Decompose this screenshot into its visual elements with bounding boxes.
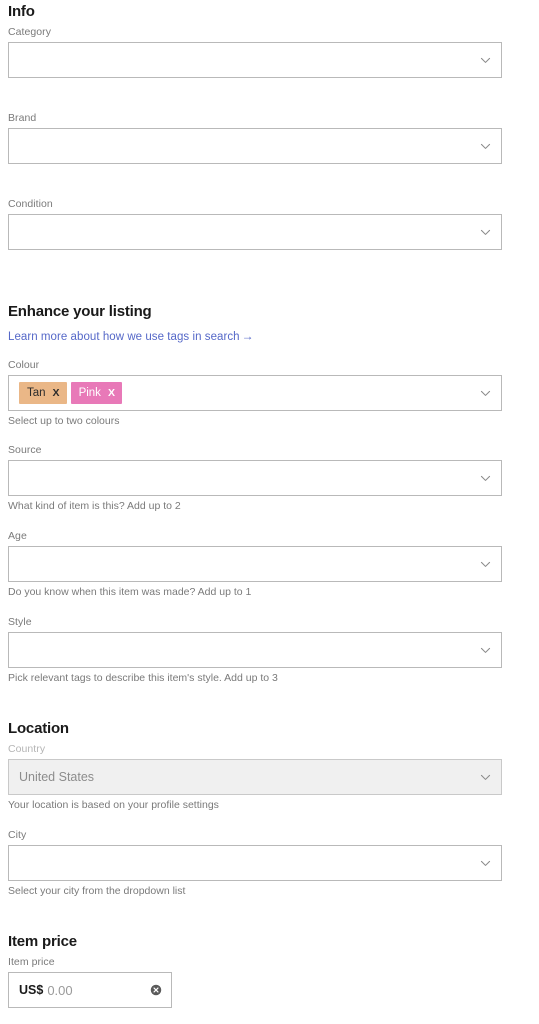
country-value: United States — [19, 769, 95, 784]
helper-age: Do you know when this item was made? Add… — [8, 586, 252, 598]
colour-chip[interactable]: Tan X — [19, 382, 67, 404]
learn-more-tags-link[interactable]: Learn more about how we use tags in sear… — [8, 329, 254, 344]
field-city: City Select your city from the dropdown … — [8, 829, 502, 898]
chevron-down-icon — [479, 857, 492, 870]
helper-style: Pick relevant tags to describe this item… — [8, 672, 278, 684]
label-item-price: Item price — [8, 956, 55, 968]
chevron-down-icon — [479, 140, 492, 153]
chevron-down-icon — [479, 644, 492, 657]
colour-chip-label: Pink — [78, 387, 101, 399]
label-age: Age — [8, 530, 27, 542]
field-colour: Colour Tan X Pink X Select up to two col… — [8, 359, 502, 428]
colour-chip-label: Tan — [27, 387, 46, 399]
label-condition: Condition — [8, 198, 53, 210]
field-brand: Brand — [8, 112, 502, 164]
helper-country: Your location is based on your profile s… — [8, 799, 219, 811]
price-amount-value: 0.00 — [47, 982, 73, 998]
section-title-enhance: Enhance your listing — [8, 303, 152, 320]
label-country: Country — [8, 743, 46, 755]
chevron-down-icon — [479, 226, 492, 239]
category-select[interactable] — [8, 42, 502, 78]
field-item-price: Item price US$ 0.00 — [8, 956, 172, 1008]
label-category: Category — [8, 26, 52, 38]
chevron-down-icon — [479, 54, 492, 67]
source-select[interactable] — [8, 460, 502, 496]
brand-select[interactable] — [8, 128, 502, 164]
age-select[interactable] — [8, 546, 502, 582]
chevron-down-icon — [479, 387, 492, 400]
chevron-down-icon — [479, 472, 492, 485]
section-title-info: Info — [8, 3, 35, 20]
colour-select[interactable]: Tan X Pink X — [8, 375, 502, 411]
listing-form-page: Info Category Brand Condition Enhance yo… — [0, 0, 539, 1024]
arrow-right-icon: → — [241, 329, 254, 343]
learn-more-tags-link-text: Learn more about how we use tags in sear… — [8, 331, 240, 343]
field-style: Style Pick relevant tags to describe thi… — [8, 616, 502, 685]
remove-chip-icon[interactable]: X — [108, 388, 115, 399]
chevron-down-icon — [479, 771, 492, 784]
style-select[interactable] — [8, 632, 502, 668]
field-category: Category — [8, 26, 502, 78]
remove-chip-icon[interactable]: X — [53, 388, 60, 399]
helper-colour: Select up to two colours — [8, 415, 120, 427]
section-title-location: Location — [8, 720, 69, 737]
country-select: United States — [8, 759, 502, 795]
city-select[interactable] — [8, 845, 502, 881]
currency-prefix: US$ — [19, 983, 44, 997]
condition-select[interactable] — [8, 214, 502, 250]
label-city: City — [8, 829, 27, 841]
field-age: Age Do you know when this item was made?… — [8, 530, 502, 599]
label-brand: Brand — [8, 112, 37, 124]
field-condition: Condition — [8, 198, 502, 250]
label-colour: Colour — [8, 359, 40, 371]
field-country: Country United States Your location is b… — [8, 743, 502, 812]
item-price-input[interactable]: US$ 0.00 — [8, 972, 172, 1008]
colour-chip-list: Tan X Pink X — [19, 382, 122, 404]
helper-source: What kind of item is this? Add up to 2 — [8, 500, 181, 512]
colour-chip[interactable]: Pink X — [70, 382, 122, 404]
label-style: Style — [8, 616, 32, 628]
clear-circle-icon[interactable] — [150, 984, 162, 996]
field-source: Source What kind of item is this? Add up… — [8, 444, 502, 513]
section-title-item-price: Item price — [8, 933, 77, 950]
helper-city: Select your city from the dropdown list — [8, 885, 186, 897]
label-source: Source — [8, 444, 42, 456]
chevron-down-icon — [479, 558, 492, 571]
